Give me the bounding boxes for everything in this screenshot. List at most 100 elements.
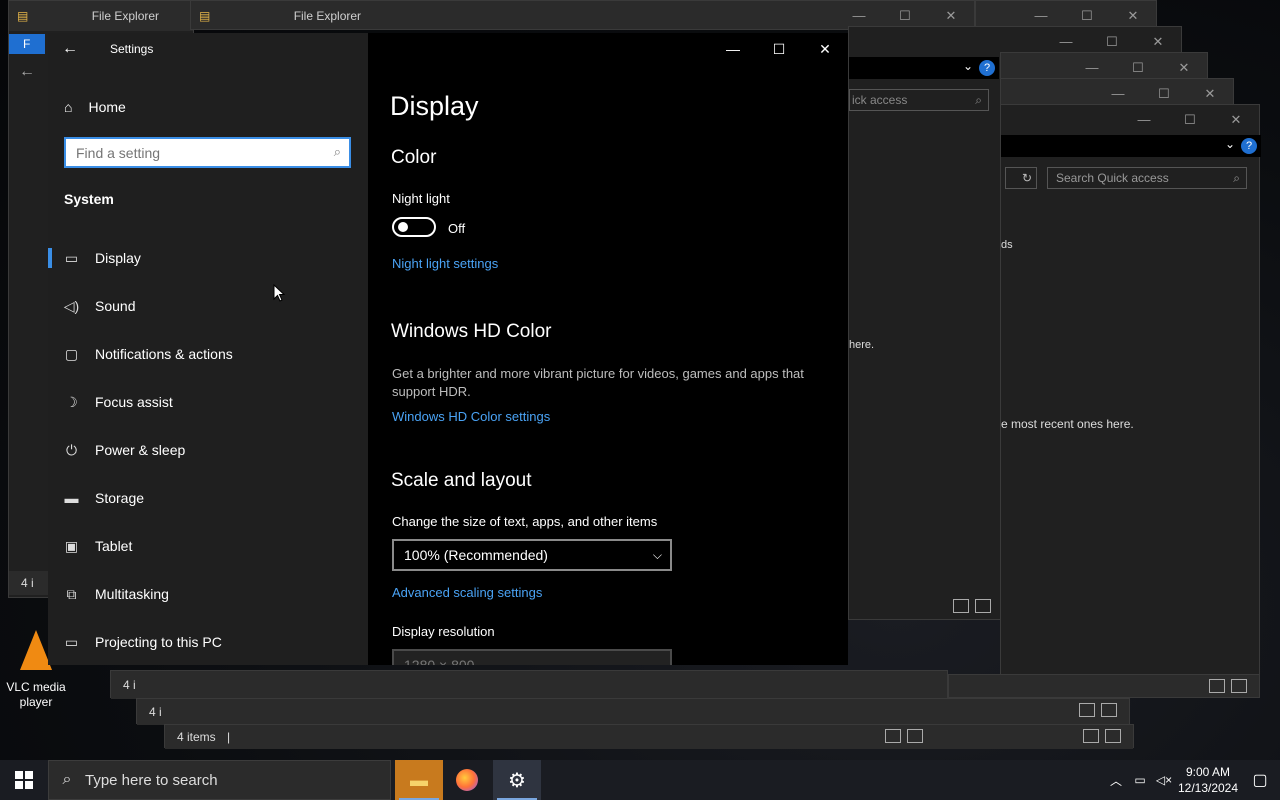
scale-value: 100% (Recommended): [404, 547, 548, 563]
nav-item-label: Power & sleep: [95, 442, 186, 458]
settings-search-box[interactable]: ⌕: [64, 137, 351, 168]
help-icon[interactable]: ?: [979, 60, 995, 76]
search-quick-access-input[interactable]: Search Quick access ⌕: [1047, 167, 1247, 189]
night-light-toggle[interactable]: [392, 217, 436, 237]
view-icons[interactable]: [1083, 729, 1121, 743]
nav-item-notifications[interactable]: ▢ Notifications & actions: [48, 332, 368, 376]
explorer-statusbar: 4 i: [137, 699, 1129, 725]
view-icons[interactable]: [885, 729, 923, 743]
chevron-down-icon: ⌵: [652, 548, 662, 562]
night-light-settings-link[interactable]: Night light settings: [392, 256, 498, 271]
clock-time: 9:00 AM: [1185, 765, 1231, 779]
nav-item-storage[interactable]: ▬ Storage: [48, 476, 368, 520]
settings-window[interactable]: ← Settings ⌂ Home ⌕ System ▭ Display ◁) …: [48, 33, 848, 665]
taskbar-search-box[interactable]: ⌕ Type here to search: [48, 760, 391, 800]
folder-icon: ▤: [199, 9, 211, 23]
power-icon: ⏻: [65, 441, 78, 458]
nav-item-tablet[interactable]: ▣ Tablet: [48, 524, 368, 568]
refresh-icon[interactable]: ↻: [1005, 167, 1037, 189]
explorer-window-9[interactable]: [948, 674, 1260, 698]
volume-muted-icon[interactable]: ◁×: [1152, 773, 1176, 787]
taskbar: ⌕ Type here to search ▬ ⚙ ︿ ▭ ◁× 9:00 AM…: [0, 760, 1280, 800]
multitasking-icon: ⧉: [66, 585, 77, 602]
nav-item-projecting[interactable]: ▭ Projecting to this PC: [48, 620, 368, 664]
chevron-down-icon[interactable]: ⌄: [1225, 137, 1235, 151]
nav-item-display[interactable]: ▭ Display: [48, 236, 368, 280]
notification-center-icon[interactable]: ▢: [1240, 770, 1280, 790]
explorer-window-8[interactable]: 4 i: [136, 698, 1130, 725]
search-quick-access-partial[interactable]: ick access ⌕: [849, 89, 989, 111]
window-controls: — ☐ ✕: [710, 33, 848, 65]
explorer-titlebar[interactable]: ▤ File Explorer: [9, 1, 193, 31]
nav-item-focus-assist[interactable]: ☽ Focus assist: [48, 380, 368, 424]
minimize-icon[interactable]: —: [1121, 105, 1167, 135]
vlc-label: VLC media player: [6, 680, 66, 709]
taskbar-settings[interactable]: ⚙: [493, 760, 541, 800]
taskbar-firefox[interactable]: [443, 760, 491, 800]
resolution-dropdown[interactable]: 1280 × 800: [392, 649, 672, 665]
explorer-window-10[interactable]: 4 items |: [164, 724, 1134, 749]
page-title: Display: [390, 91, 479, 121]
explorer-statusbar: 4 i: [111, 671, 947, 699]
monitor-icon: ▭: [64, 249, 79, 266]
advanced-scaling-link[interactable]: Advanced scaling settings: [392, 585, 542, 600]
nav-item-label: Focus assist: [95, 394, 173, 410]
chevron-down-icon[interactable]: ⌄: [963, 59, 973, 73]
explorer-partial-text: ds: [1001, 239, 1013, 251]
windows-logo-icon: [15, 771, 33, 789]
hdr-settings-link[interactable]: Windows HD Color settings: [392, 409, 550, 424]
ribbon-tab-file[interactable]: F: [9, 34, 45, 54]
taskbar-file-explorer[interactable]: ▬: [395, 760, 443, 800]
view-icons[interactable]: [953, 599, 991, 613]
close-icon[interactable]: ✕: [802, 33, 848, 65]
back-arrow-icon[interactable]: ←: [62, 40, 82, 60]
scale-dropdown[interactable]: 100% (Recommended) ⌵: [392, 539, 672, 571]
network-icon[interactable]: ▭: [1128, 773, 1152, 787]
explorer-partial-text: e most recent ones here.: [1001, 417, 1134, 431]
nav-item-label: Display: [95, 250, 141, 266]
settings-app-title: Settings: [110, 42, 154, 56]
start-button[interactable]: [0, 760, 48, 800]
settings-nav-pane: ← Settings ⌂ Home ⌕ System ▭ Display ◁) …: [48, 33, 368, 665]
search-icon: ⌕: [62, 771, 72, 788]
explorer-window-6[interactable]: — ☐ ✕ ⌄ ? ↻ Search Quick access ⌕ ds e mos…: [1000, 104, 1261, 698]
mouse-cursor: [273, 283, 286, 302]
back-arrow-icon[interactable]: ←: [19, 63, 35, 81]
nav-item-multitasking[interactable]: ⧉ Multitasking: [48, 572, 368, 616]
explorer-statusbar: 4 items |: [165, 725, 1133, 749]
close-icon[interactable]: ✕: [1213, 105, 1259, 135]
status-items-count: 4 items: [177, 730, 216, 744]
explorer-title: File Explorer: [293, 9, 362, 23]
nav-item-label: Storage: [95, 490, 145, 506]
help-icon[interactable]: ?: [1241, 138, 1257, 154]
explorer-partial-text: here.: [849, 339, 875, 351]
nav-item-label: Tablet: [95, 538, 133, 554]
tablet-icon: ▣: [64, 537, 79, 554]
minimize-icon[interactable]: —: [710, 33, 756, 65]
nav-item-sound[interactable]: ◁) Sound: [48, 284, 368, 328]
nav-item-label: Notifications & actions: [95, 346, 233, 362]
toggle-knob: [398, 222, 408, 232]
chevron-up-icon[interactable]: ︿: [1104, 772, 1128, 789]
settings-content-pane: — ☐ ✕ Display Color Night light Off Nigh…: [368, 33, 848, 665]
clock[interactable]: 9:00 AM 12/13/2024: [1176, 764, 1240, 796]
nav-item-label: Multitasking: [95, 586, 169, 602]
maximize-icon[interactable]: ☐: [1167, 105, 1213, 135]
moon-icon: ☽: [65, 393, 78, 410]
explorer-window-7[interactable]: 4 i: [110, 670, 948, 699]
view-icons[interactable]: [1209, 679, 1247, 693]
find-setting-input[interactable]: [66, 139, 316, 166]
hdr-description: Get a brighter and more vibrant picture …: [392, 366, 804, 399]
nav-item-power-sleep[interactable]: ⏻ Power & sleep: [48, 428, 368, 472]
maximize-icon[interactable]: ☐: [756, 33, 802, 65]
night-light-state: Off: [448, 221, 466, 236]
projector-icon: ▭: [64, 633, 79, 650]
nav-home[interactable]: ⌂ Home: [64, 95, 354, 119]
view-icons[interactable]: [1079, 703, 1117, 717]
home-icon: ⌂: [64, 99, 73, 115]
nav-item-label: Projecting to this PC: [95, 634, 222, 650]
search-icon: ⌕: [975, 93, 982, 107]
scale-heading: Scale and layout: [391, 470, 532, 491]
night-light-label: Night light: [392, 191, 450, 206]
storage-icon: ▬: [64, 490, 79, 506]
